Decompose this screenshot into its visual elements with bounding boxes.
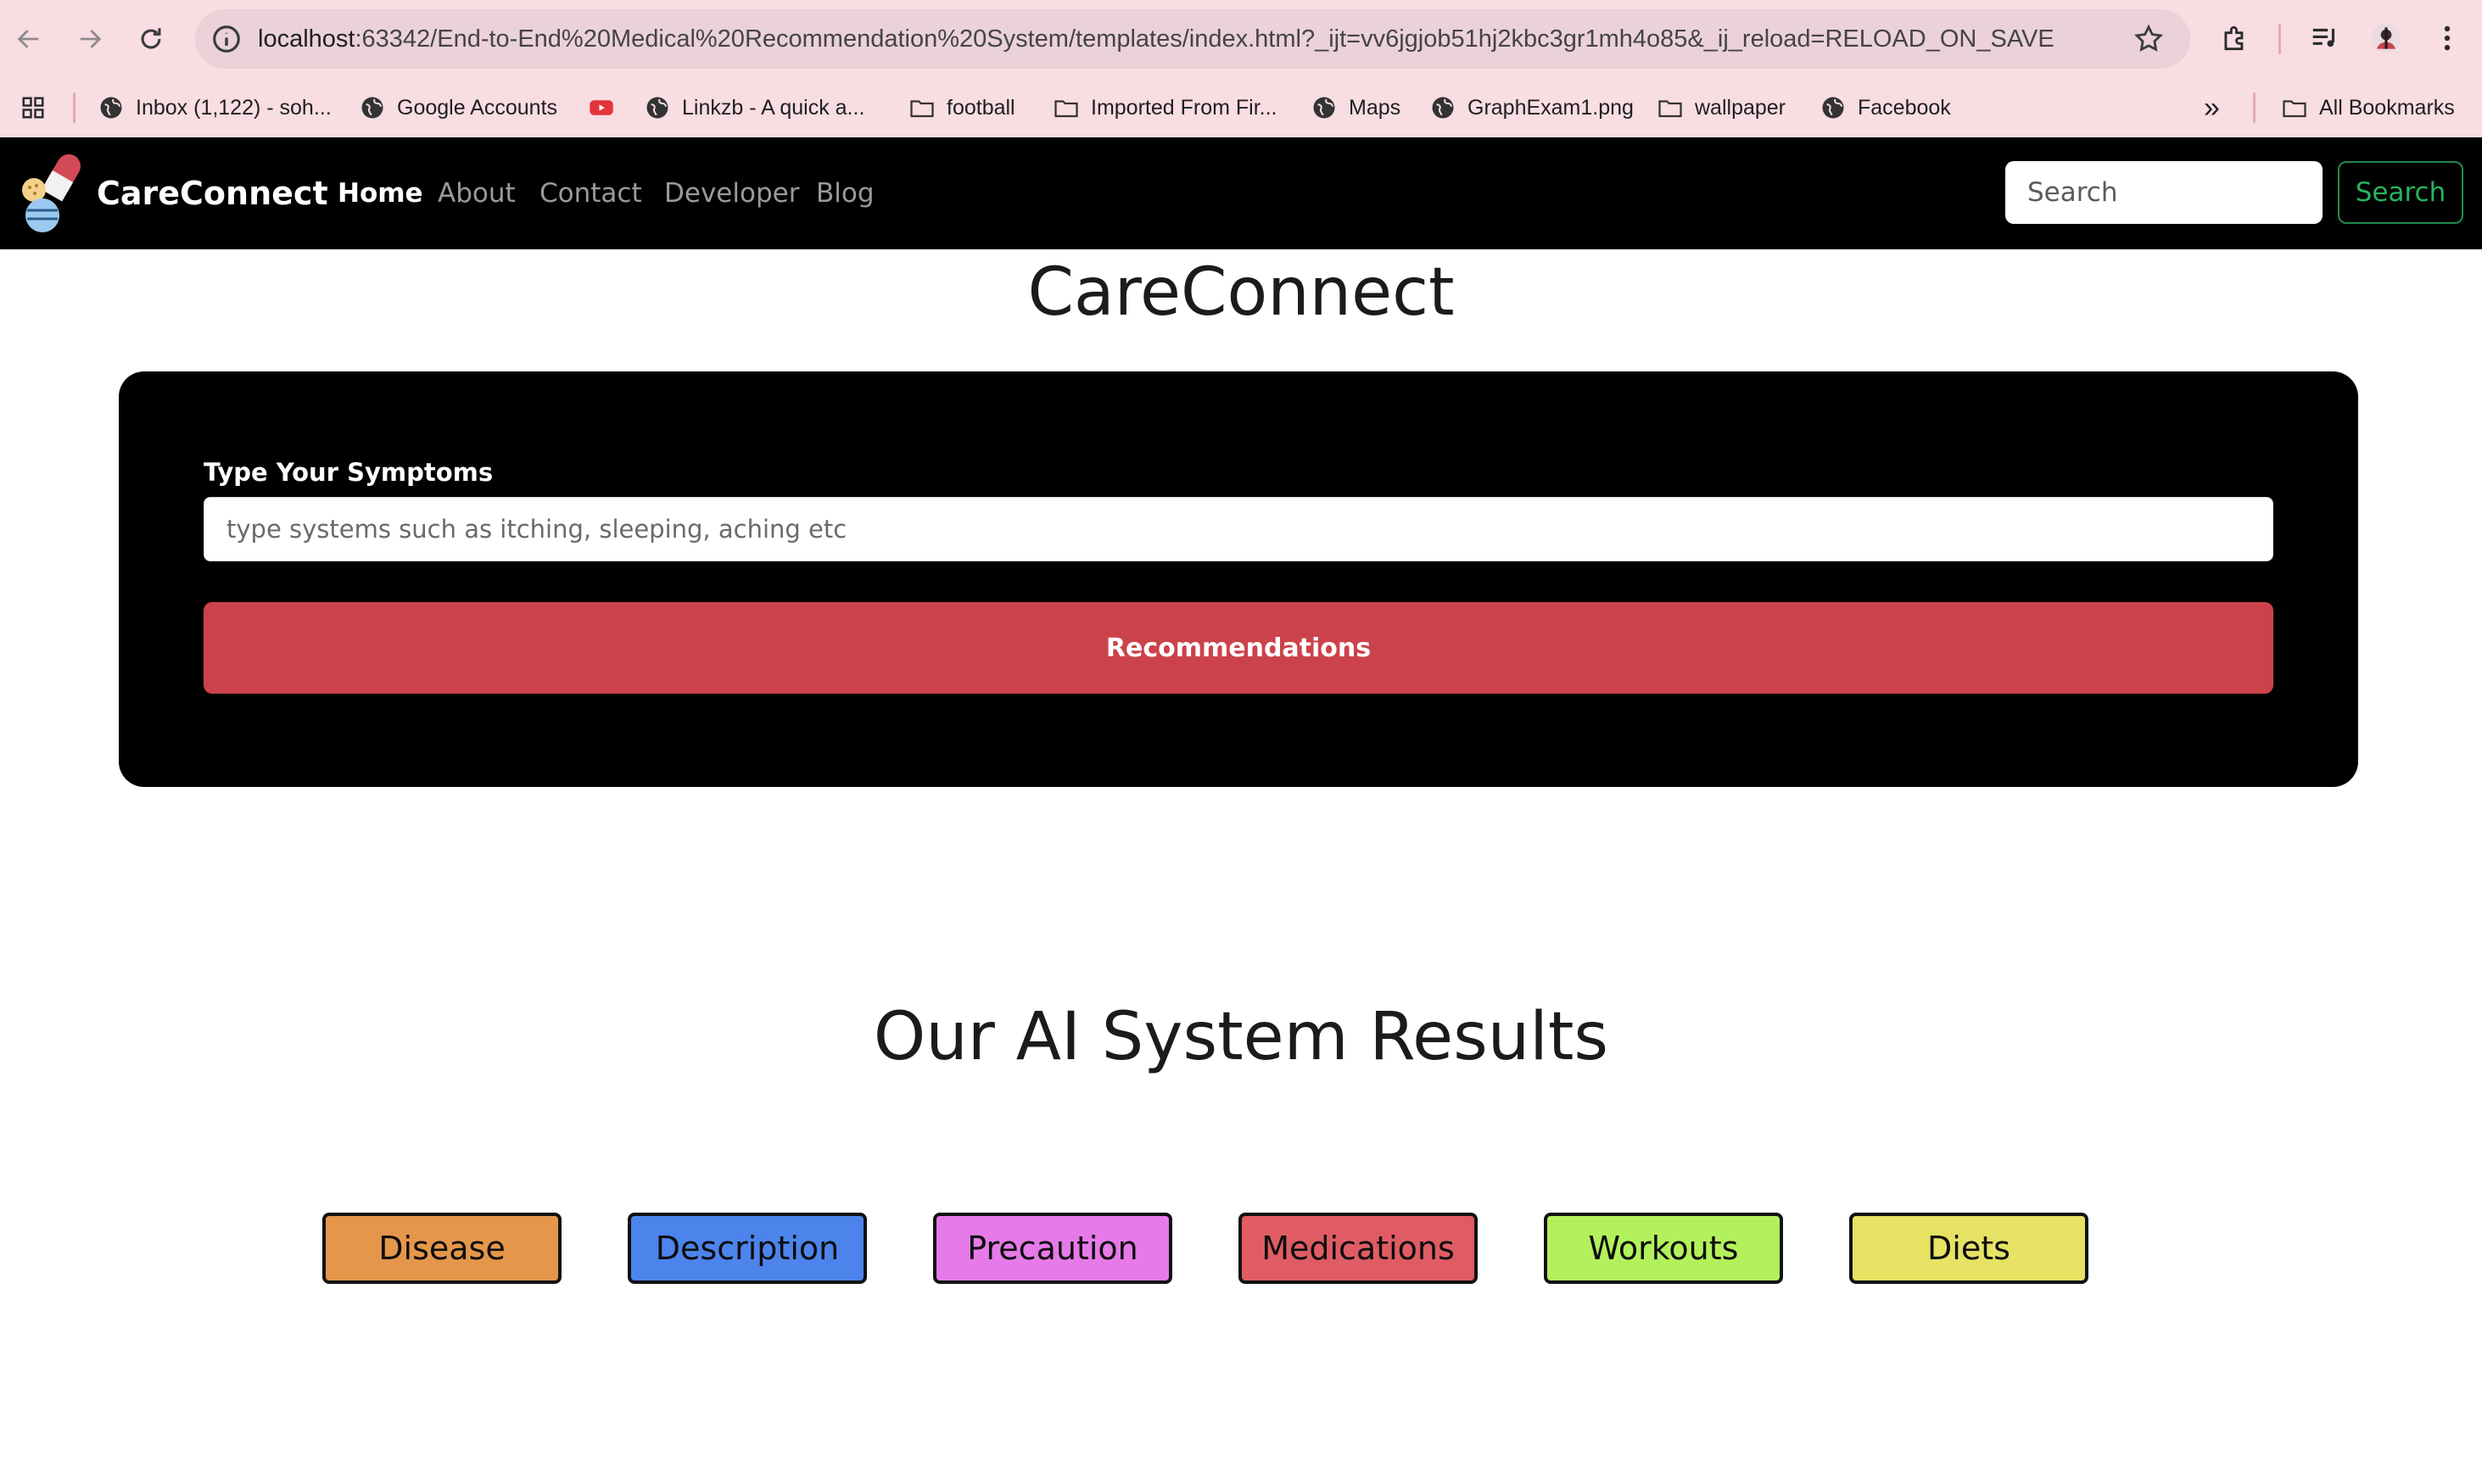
brand-name[interactable]: CareConnect — [97, 137, 328, 249]
symptoms-label: Type Your Symptoms — [204, 458, 494, 487]
site-info-icon[interactable] — [210, 23, 243, 55]
bookmark-facebook[interactable]: Facebook — [1820, 78, 1951, 137]
symptom-form-card: Type Your Symptoms Recommendations — [119, 371, 2358, 787]
bookmark-label: Maps — [1349, 95, 1401, 120]
apps-button[interactable] — [20, 78, 58, 137]
diets-button[interactable]: Diets — [1849, 1213, 2088, 1284]
forward-button[interactable] — [66, 15, 114, 63]
all-bookmarks-button[interactable]: All Bookmarks — [2282, 78, 2455, 137]
url-text[interactable]: localhost:63342/End-to-End%20Medical%20R… — [258, 9, 2285, 69]
bookmark-star-icon[interactable] — [2133, 23, 2165, 55]
bookmark-label: wallpaper — [1695, 95, 1786, 120]
bookmark-label: Google Accounts — [397, 95, 558, 120]
toolbar-separator — [2278, 24, 2281, 54]
globe-icon — [1430, 95, 1456, 120]
bookmark-imported[interactable]: Imported From Fir... — [1054, 78, 1277, 137]
extensions-button[interactable] — [2216, 19, 2255, 58]
reload-button[interactable] — [127, 15, 175, 63]
globe-icon — [98, 95, 124, 120]
bookmark-label: Imported From Fir... — [1091, 95, 1277, 120]
more-vertical-icon — [2444, 25, 2451, 51]
media-queue-icon — [2312, 28, 2335, 47]
nav-developer-link[interactable]: Developer — [664, 137, 799, 249]
reload-icon — [141, 28, 161, 49]
browser-toolbar: localhost:63342/End-to-End%20Medical%20R… — [0, 0, 2482, 78]
site-search-input[interactable] — [2005, 161, 2323, 224]
globe-icon — [360, 95, 385, 120]
bookmark-label: football — [947, 95, 1015, 120]
globe-icon — [1311, 95, 1337, 120]
nav-blog-link[interactable]: Blog — [816, 137, 875, 249]
youtube-icon — [589, 95, 614, 120]
address-bar[interactable]: localhost:63342/End-to-End%20Medical%20R… — [195, 9, 2190, 69]
globe-icon — [1820, 95, 1846, 120]
page-title: CareConnect — [1027, 254, 1455, 331]
browser-menu-button[interactable] — [2428, 19, 2467, 58]
folder-icon — [2282, 95, 2307, 120]
nav-home-link[interactable]: Home — [338, 137, 423, 249]
bookmarks-overflow-button[interactable]: » — [2204, 78, 2220, 137]
puzzle-icon — [2224, 25, 2244, 51]
bookmark-linkzb[interactable]: Linkzb - A quick a... — [645, 78, 864, 137]
bookmark-label: Facebook — [1858, 95, 1951, 120]
medications-button[interactable]: Medications — [1238, 1213, 1478, 1284]
bookmark-label: GraphExam1.png — [1467, 95, 1634, 120]
nav-about-link[interactable]: About — [438, 137, 516, 249]
symptoms-input[interactable] — [204, 497, 2273, 561]
nav-contact-link[interactable]: Contact — [539, 137, 642, 249]
careconnect-logo-icon[interactable] — [19, 151, 88, 234]
folder-icon — [1657, 95, 1683, 120]
workouts-button[interactable]: Workouts — [1544, 1213, 1783, 1284]
site-search-button[interactable]: Search — [2338, 161, 2463, 224]
forward-arrow-icon — [80, 30, 102, 48]
folder-icon — [1054, 95, 1079, 120]
bookmark-graphexam[interactable]: GraphExam1.png — [1430, 78, 1634, 137]
bookmarks-separator — [2253, 92, 2256, 123]
globe-icon — [645, 95, 670, 120]
media-controls-button[interactable] — [2306, 19, 2345, 58]
folder-icon — [909, 95, 935, 120]
bookmark-football[interactable]: football — [909, 78, 1015, 137]
bookmark-google-accounts[interactable]: Google Accounts — [360, 78, 557, 137]
bookmark-maps[interactable]: Maps — [1311, 78, 1400, 137]
description-button[interactable]: Description — [628, 1213, 867, 1284]
bookmark-label: Inbox (1,122) - soh... — [136, 95, 332, 120]
results-title: Our AI System Results — [873, 999, 1609, 1075]
all-bookmarks-label: All Bookmarks — [2319, 95, 2455, 120]
bookmark-youtube[interactable] — [589, 78, 626, 137]
recommendations-button[interactable]: Recommendations — [204, 602, 2273, 694]
bookmarks-separator — [73, 92, 75, 123]
bookmark-wallpaper[interactable]: wallpaper — [1657, 78, 1786, 137]
back-button[interactable] — [5, 15, 53, 63]
bookmark-label: Linkzb - A quick a... — [682, 95, 865, 120]
disease-button[interactable]: Disease — [322, 1213, 562, 1284]
profile-avatar[interactable] — [2367, 19, 2406, 58]
bookmarks-bar: Inbox (1,122) - soh... Google Accounts L… — [0, 78, 2482, 137]
site-navbar: CareConnect Home About Contact Developer… — [0, 137, 2482, 249]
bookmark-inbox[interactable]: Inbox (1,122) - soh... — [98, 78, 332, 137]
avatar-icon — [2371, 23, 2401, 53]
back-arrow-icon — [17, 30, 39, 48]
precaution-button[interactable]: Precaution — [933, 1213, 1172, 1284]
apps-grid-icon — [20, 95, 46, 120]
